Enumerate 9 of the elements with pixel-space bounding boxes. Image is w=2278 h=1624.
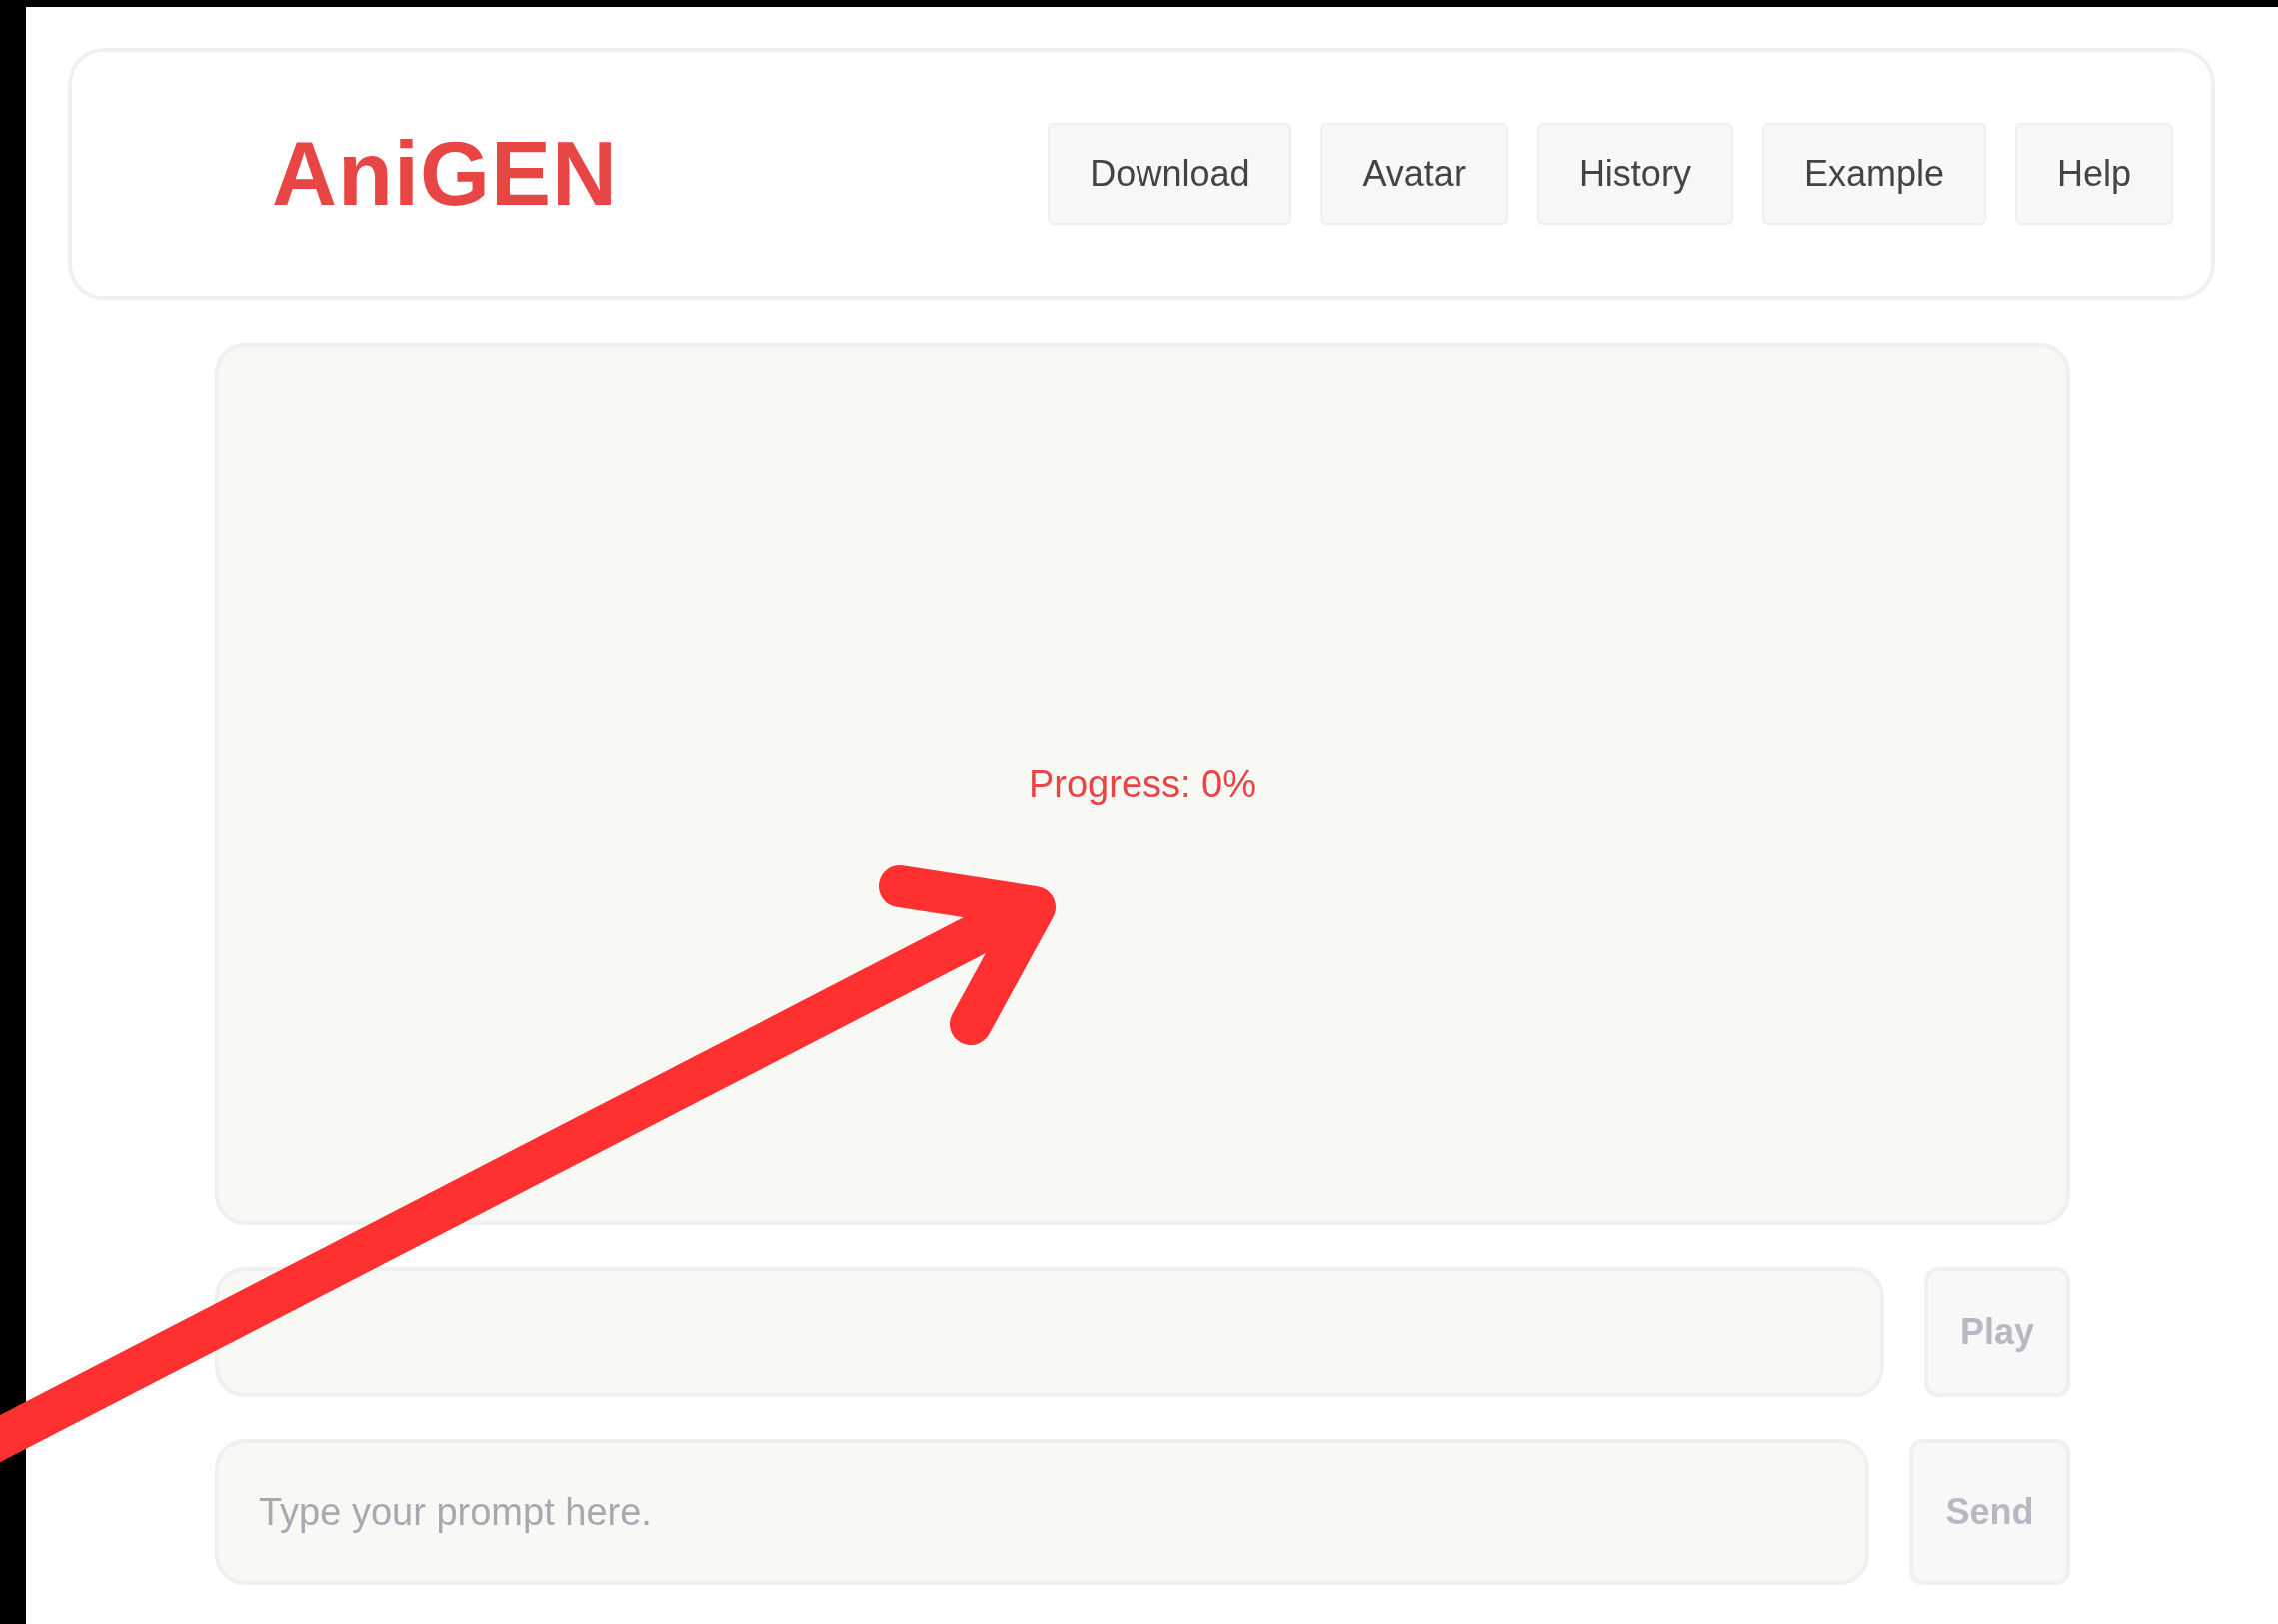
- nav-button[interactable]: History: [1536, 123, 1733, 225]
- timeline-bar[interactable]: [215, 1267, 1884, 1397]
- progress-text: Progress: 0%: [1028, 763, 1257, 806]
- nav-button[interactable]: Avatar: [1320, 123, 1508, 225]
- nav-button[interactable]: Example: [1761, 123, 1986, 225]
- nav-button[interactable]: Help: [2014, 123, 2173, 225]
- prompt-field[interactable]: Type your prompt here.: [215, 1439, 1869, 1585]
- logo: AniGEN: [272, 122, 618, 226]
- nav-button[interactable]: Download: [1048, 123, 1292, 225]
